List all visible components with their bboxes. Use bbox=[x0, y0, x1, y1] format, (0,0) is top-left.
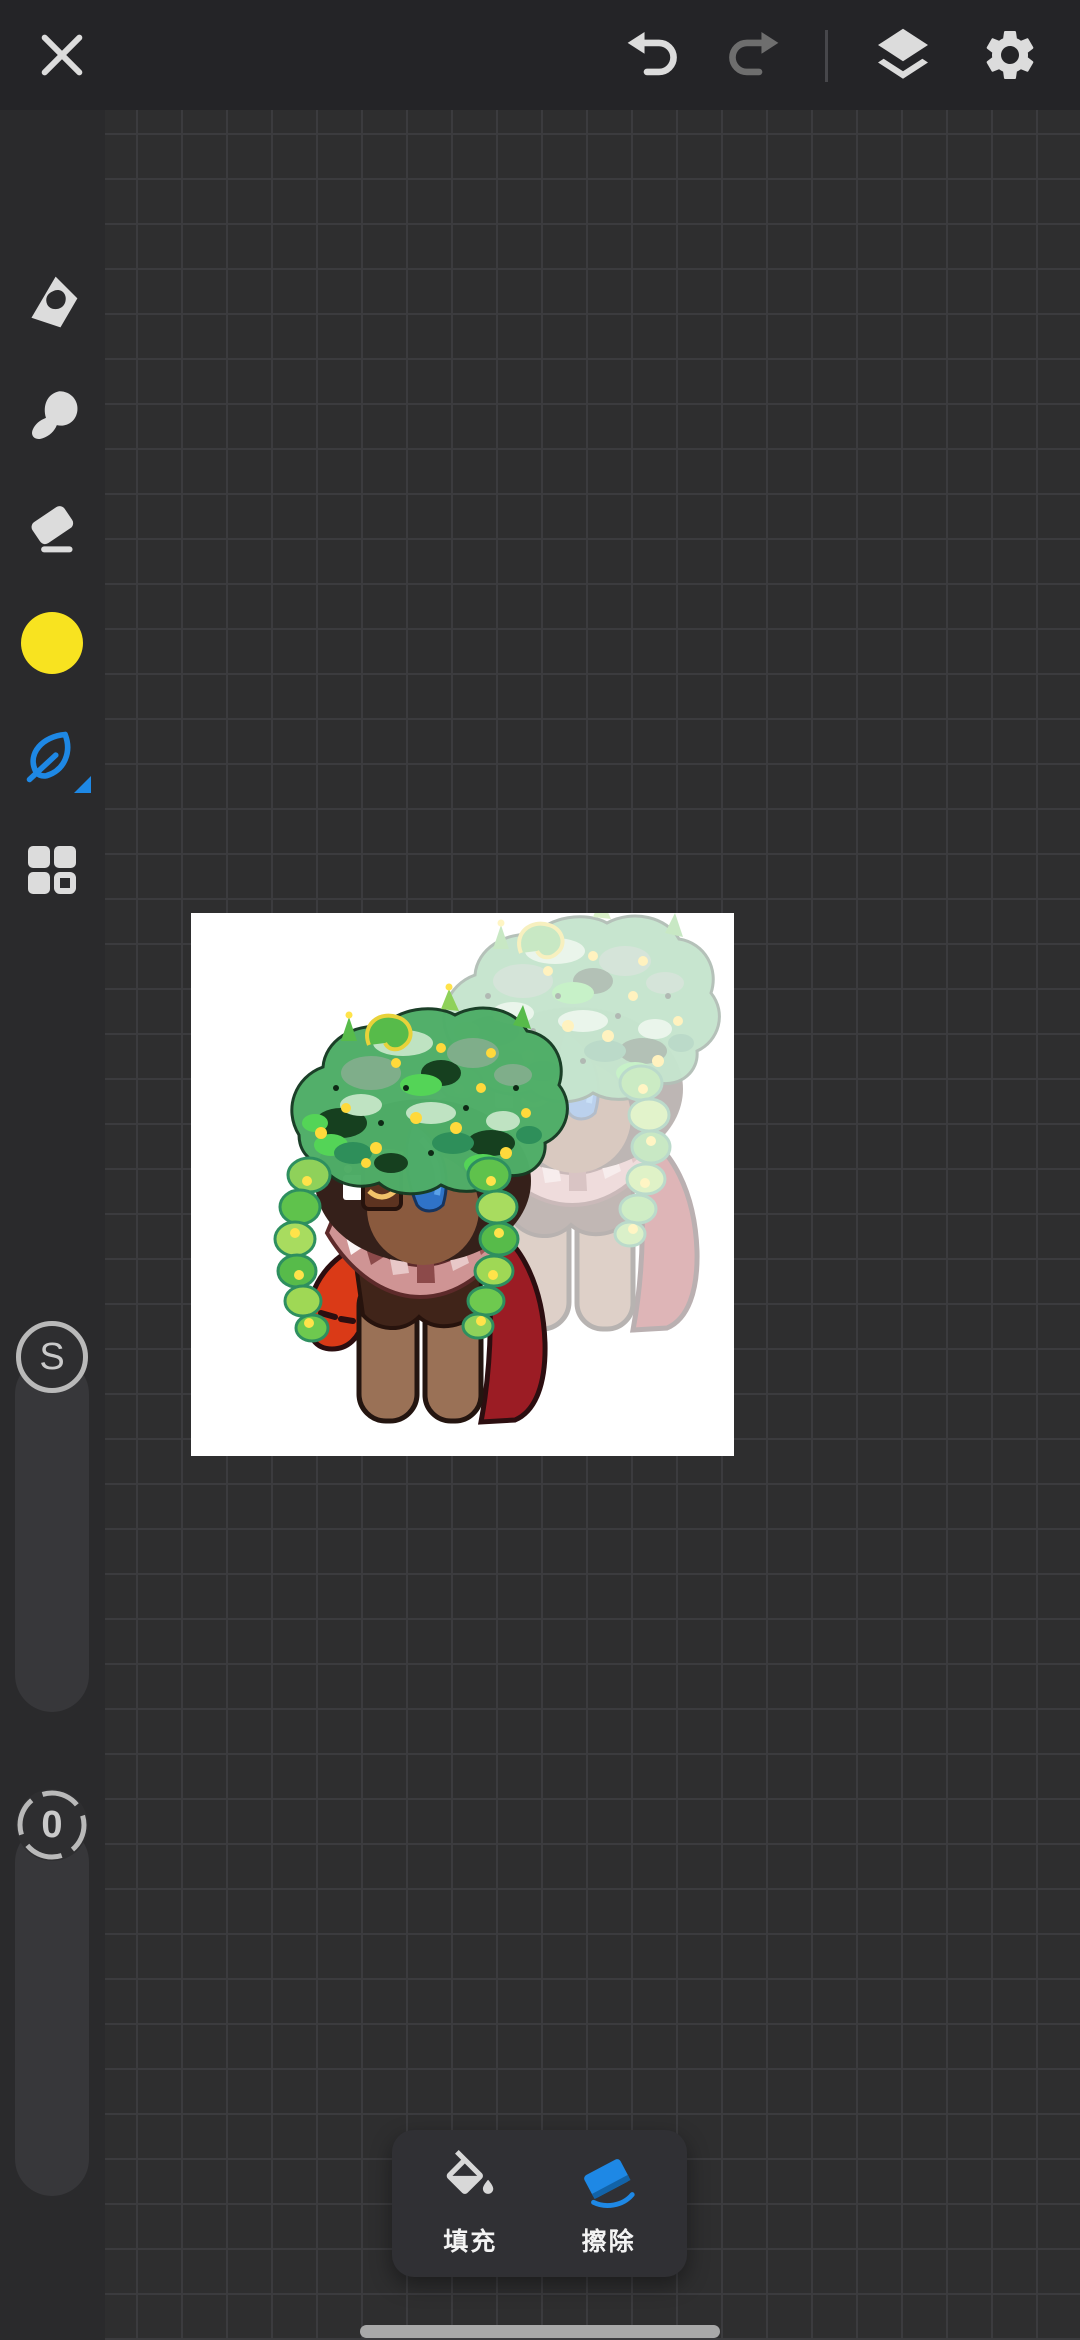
leaf-brush-icon bbox=[26, 731, 71, 783]
undo-button[interactable] bbox=[621, 23, 685, 87]
leaf-brush-options-corner bbox=[74, 776, 91, 793]
brush-size-slider-knob[interactable]: S bbox=[16, 1321, 88, 1393]
eraser-icon bbox=[31, 506, 74, 553]
brush-nib-icon bbox=[31, 276, 78, 328]
fill-button-label: 填充 bbox=[443, 2227, 498, 2256]
blocks-palette-button[interactable] bbox=[20, 838, 84, 902]
blue-eraser-icon bbox=[583, 2158, 635, 2208]
top-bar bbox=[0, 0, 1080, 110]
layers-icon bbox=[878, 28, 928, 79]
fill-erase-panel: 填充 擦除 bbox=[392, 2130, 687, 2277]
color-swatch-button[interactable] bbox=[21, 612, 83, 674]
topbar-divider bbox=[825, 30, 828, 82]
redo-icon bbox=[729, 32, 779, 76]
redo-button[interactable] bbox=[721, 23, 785, 87]
brush-size-slider-track[interactable] bbox=[15, 1357, 89, 1712]
paint-bucket-icon bbox=[447, 2149, 494, 2194]
close-icon bbox=[41, 34, 83, 76]
opacity-slider-track[interactable] bbox=[15, 1825, 89, 2196]
close-button[interactable] bbox=[30, 23, 94, 87]
smudge-tool-button[interactable] bbox=[20, 381, 84, 445]
erase-button[interactable]: 擦除 bbox=[549, 2150, 669, 2258]
drawing-canvas[interactable] bbox=[191, 913, 734, 1456]
brush-size-slider-label: S bbox=[39, 1336, 65, 1378]
pixel-art-character bbox=[191, 913, 734, 1456]
blocks-icon bbox=[28, 846, 76, 894]
erase-button-label: 擦除 bbox=[581, 2227, 636, 2256]
opacity-slider-knob[interactable]: 0 bbox=[16, 1789, 88, 1861]
undo-icon bbox=[627, 32, 677, 76]
eraser-tool-button[interactable] bbox=[20, 495, 84, 559]
home-indicator[interactable] bbox=[360, 2325, 720, 2338]
smudge-icon bbox=[32, 391, 78, 440]
tool-sidebar: S 0 bbox=[0, 110, 105, 2340]
layers-button[interactable] bbox=[871, 23, 935, 87]
settings-button[interactable] bbox=[978, 23, 1042, 87]
fill-button[interactable]: 填充 bbox=[410, 2149, 530, 2258]
dashed-ring-icon bbox=[17, 1790, 87, 1860]
brush-tool-button[interactable] bbox=[20, 270, 84, 334]
gear-icon bbox=[986, 31, 1034, 79]
